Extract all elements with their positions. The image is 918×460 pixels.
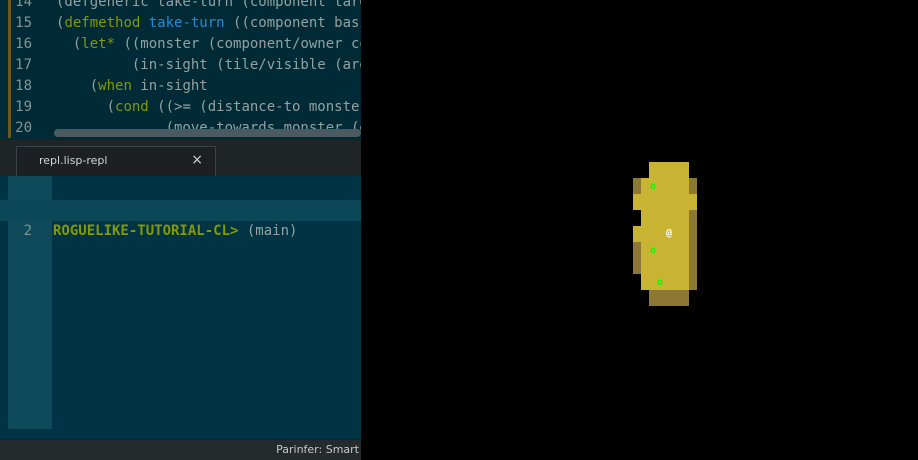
code-line: 15 (defmethod take-turn ((component basi (0, 13, 361, 34)
monster-orc: o (656, 277, 664, 288)
lit-floor-tile (633, 226, 689, 242)
monster-orc: o (649, 181, 657, 192)
dark-floor-tile (649, 290, 689, 306)
repl-prompt: ROGUELIKE-TUTORIAL-CL> (53, 223, 239, 239)
code-token: ((monster (component/owner co (115, 36, 361, 52)
line-number: 14 (15, 0, 32, 10)
dark-floor-tile (689, 210, 697, 290)
keyword-token: when (98, 78, 132, 94)
code-text: (let* ((monster (component/owner co (56, 34, 361, 55)
code-token: ( (56, 36, 82, 52)
code-line: 17 (in-sight (tile/visible (are (0, 55, 361, 76)
dark-floor-tile (689, 178, 697, 194)
repl-line: 1 ROGUELIKE-TUTORIAL-CL> (main) (0, 179, 361, 239)
tab-bar: repl.lisp-repl × (0, 140, 361, 177)
line-number: 17 (15, 57, 32, 73)
repl-pane[interactable]: 1 ROGUELIKE-TUTORIAL-CL> (main) 2 (0, 176, 361, 439)
function-name-token: take-turn (148, 15, 225, 31)
code-token: ((component basi (224, 15, 361, 31)
code-token: ((>= (distance-to monster (148, 99, 361, 115)
code-line: 18 (when in-sight (0, 76, 361, 97)
monster-orc: o (649, 245, 657, 256)
code-text: (when in-sight (56, 76, 208, 97)
keyword-token: let* (81, 36, 116, 52)
keyword-token: defmethod (64, 15, 141, 31)
repl-line-active[interactable]: 2 (0, 200, 361, 239)
tab-label: repl.lisp-repl (39, 154, 108, 167)
code-token: (defgeneric take-turn (component targ (56, 0, 361, 10)
line-number: 19 (15, 99, 32, 115)
tab-repl[interactable]: repl.lisp-repl × (16, 146, 216, 177)
line-number: 15 (15, 15, 32, 31)
keyword-token: cond (115, 99, 149, 115)
player-character: @ (665, 228, 673, 239)
code-line: 14 (defgeneric take-turn (component targ (0, 0, 361, 13)
line-number: 20 (15, 120, 32, 136)
line-number: 18 (15, 78, 32, 94)
code-token: (in-sight (tile/visible (are (56, 57, 361, 73)
code-text: (in-sight (tile/visible (are (56, 55, 361, 76)
code-text: (defgeneric take-turn (component targ (56, 0, 361, 13)
lit-floor-tile (649, 162, 689, 178)
code-token: in-sight (131, 78, 208, 94)
code-text: (cond ((>= (distance-to monster (56, 97, 361, 118)
parinfer-status[interactable]: Parinfer: Smart (276, 443, 359, 456)
code-editor[interactable]: 14 (defgeneric take-turn (component targ 1… (0, 0, 361, 460)
line-number: 16 (15, 36, 32, 52)
code-line: 16 (let* ((monster (component/owner co (0, 34, 361, 55)
code-token: ( (56, 99, 116, 115)
code-line: 19 (cond ((>= (distance-to monster (0, 97, 361, 118)
code-pane[interactable]: 14 (defgeneric take-turn (component targ 1… (0, 0, 361, 140)
horizontal-scrollbar[interactable] (54, 129, 361, 137)
code-token: ( (56, 78, 99, 94)
line-number: 2 (23, 223, 32, 239)
close-icon[interactable]: × (191, 152, 203, 168)
lit-floor-tile (633, 194, 697, 210)
code-text: (defmethod take-turn ((component basi (56, 13, 361, 34)
status-bar: Parinfer: Smart (0, 440, 361, 460)
game-window[interactable]: o @ o o (361, 0, 918, 460)
lit-floor-tile (641, 210, 689, 226)
repl-command: (main) (238, 223, 298, 239)
